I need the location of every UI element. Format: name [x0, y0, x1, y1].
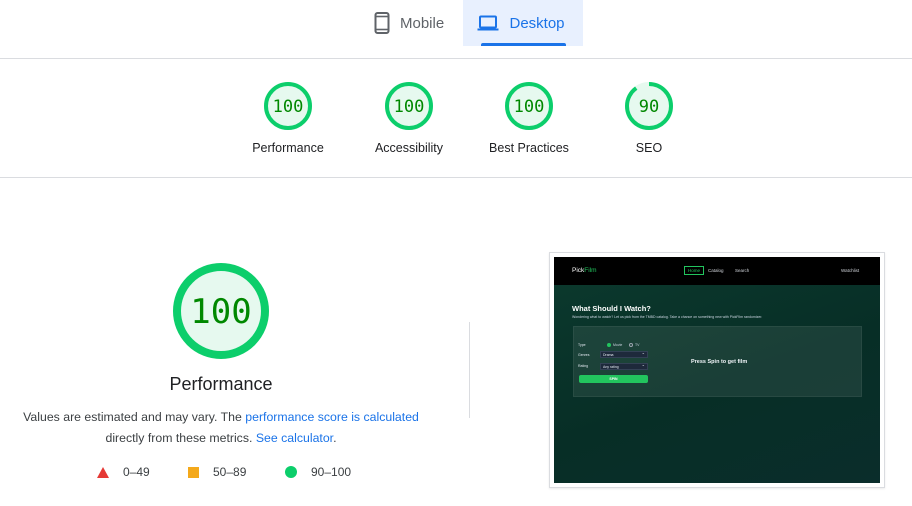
pagespeed-report: Mobile Desktop 100 Performance 100 Acces…	[0, 0, 912, 506]
score-ring: 100	[264, 82, 312, 130]
score-ring: 100	[385, 82, 433, 130]
score-ring: 90	[625, 82, 673, 130]
site-nav-search: Search	[735, 268, 750, 273]
legend-range: 90–100	[311, 465, 352, 479]
gauge-label: Performance	[252, 141, 324, 155]
performance-score: 100	[190, 292, 251, 332]
category-scores: 100 Performance 100 Accessibility 100 Be…	[0, 59, 912, 178]
screenshot-image: PickFilm Home Catalog Search Watchlist W…	[554, 257, 880, 483]
site-nav-catalog: Catalog	[708, 268, 724, 273]
gauge-best-practices[interactable]: 100 Best Practices	[469, 81, 589, 155]
site-randomizer-card: Type Movie TV Genres Drama Rating Any ra…	[573, 326, 862, 397]
gauge-performance[interactable]: 100 Performance	[228, 81, 348, 155]
final-screenshot[interactable]: PickFilm Home Catalog Search Watchlist W…	[549, 252, 885, 488]
gauge-label: SEO	[635, 141, 663, 155]
vertical-divider	[469, 322, 470, 418]
site-type-label: Type	[578, 343, 586, 347]
device-tabs: Mobile Desktop	[0, 0, 912, 59]
score-value: 100	[514, 97, 545, 117]
site-genre-select: Drama	[600, 350, 648, 358]
site-rating-select: Any rating	[600, 362, 648, 370]
site-nav-home: Home	[684, 266, 705, 275]
orange-square-icon	[188, 466, 199, 478]
performance-big-gauge: 100	[173, 263, 269, 359]
tab-desktop-label: Desktop	[509, 14, 565, 32]
legend-average: 50–89	[188, 465, 246, 479]
see-calculator-link[interactable]: See calculator	[256, 431, 333, 445]
site-logo: PickFilm	[572, 267, 597, 274]
tab-mobile-label: Mobile	[400, 14, 445, 32]
legend-pass: 90–100	[285, 465, 351, 479]
tab-selected-indicator	[481, 43, 566, 46]
desc-text: directly from these metrics.	[105, 431, 256, 445]
legend-range: 0–49	[123, 465, 150, 479]
legend-range: 50–89	[213, 465, 247, 479]
gauge-accessibility[interactable]: 100 Accessibility	[349, 81, 469, 155]
mobile-phone-icon	[374, 12, 390, 34]
score-value: 90	[639, 97, 659, 117]
site-result-text: Press Spin to get film	[691, 359, 748, 365]
red-triangle-icon	[97, 466, 109, 478]
performance-section: 100 Performance Values are estimated and…	[0, 178, 470, 506]
green-circle-icon	[285, 466, 297, 478]
gauge-label: Best Practices	[489, 141, 569, 155]
performance-score-link[interactable]: performance score is calculated	[245, 410, 419, 424]
site-radio-tv: TV	[629, 343, 639, 348]
gauge-label: Accessibility	[374, 141, 444, 155]
desc-text: Values are estimated and may vary. The	[23, 410, 246, 424]
tab-desktop[interactable]: Desktop	[463, 0, 583, 46]
site-subheading: Wondering what to watch? Let us pick fro…	[572, 315, 763, 319]
performance-description: Values are estimated and may vary. The p…	[20, 407, 422, 449]
score-legend: 0–49 50–89 90–100	[0, 465, 470, 481]
site-heading: What Should I Watch?	[572, 304, 651, 313]
site-spin-button: SPIN	[579, 375, 648, 383]
site-rating-label: Rating	[578, 364, 589, 368]
laptop-icon	[477, 15, 499, 31]
site-genre-label: Genres	[578, 353, 590, 357]
site-radio-movie: Movie	[607, 343, 622, 348]
score-ring: 100	[505, 82, 553, 130]
legend-fail: 0–49	[97, 465, 150, 479]
score-value: 100	[394, 97, 425, 117]
tab-mobile[interactable]: Mobile	[370, 0, 460, 46]
desc-text: .	[333, 431, 337, 445]
score-value: 100	[273, 97, 304, 117]
site-navbar: PickFilm Home Catalog Search Watchlist	[554, 257, 880, 285]
gauge-seo[interactable]: 90 SEO	[589, 81, 709, 155]
performance-title: Performance	[169, 374, 273, 394]
site-nav-watchlist: Watchlist	[841, 268, 860, 273]
